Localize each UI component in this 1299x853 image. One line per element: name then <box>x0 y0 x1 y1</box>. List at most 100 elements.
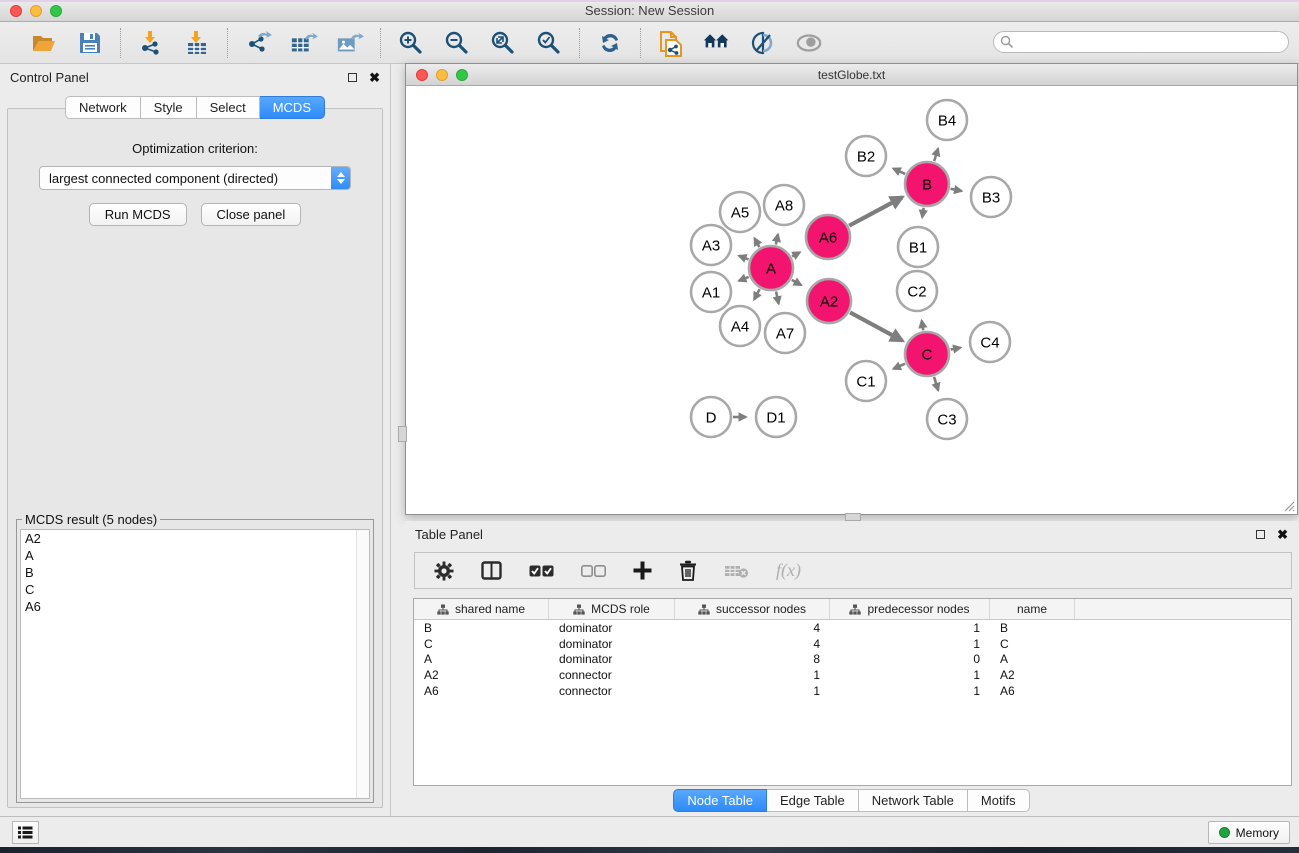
tab-style[interactable]: Style <box>141 96 197 119</box>
refresh-view-icon[interactable] <box>596 29 624 57</box>
save-session-icon[interactable] <box>76 29 104 57</box>
node-C1[interactable]: C1 <box>846 361 886 401</box>
node-A8[interactable]: A8 <box>764 185 804 225</box>
table-row[interactable]: Bdominator41B <box>414 620 1291 636</box>
node-B2[interactable]: B2 <box>846 136 886 176</box>
table-cell[interactable]: A <box>990 652 1075 666</box>
column-header-successor-nodes[interactable]: successor nodes <box>675 599 830 619</box>
edge-B-B1[interactable] <box>922 208 923 218</box>
table-cell[interactable]: A6 <box>990 684 1075 698</box>
memory-button[interactable]: Memory <box>1208 821 1290 844</box>
table-cell[interactable]: A2 <box>414 668 549 682</box>
node-B3[interactable]: B3 <box>971 177 1011 217</box>
edge-B-B2[interactable] <box>893 169 905 174</box>
settings-gear-icon[interactable] <box>434 561 454 581</box>
table-cell[interactable]: A <box>414 652 549 666</box>
node-B4[interactable]: B4 <box>927 100 967 140</box>
export-image-icon[interactable] <box>336 29 364 57</box>
select-all-checkboxes-icon[interactable] <box>529 565 554 577</box>
table-cell[interactable]: connector <box>549 684 675 698</box>
node-B[interactable]: B <box>905 162 949 206</box>
tab-network[interactable]: Network <box>65 96 141 119</box>
table-close-panel-icon[interactable]: ✖ <box>1277 530 1288 539</box>
clone-network-icon[interactable] <box>657 29 685 57</box>
node-D[interactable]: D <box>691 397 731 437</box>
table-cell[interactable]: dominator <box>549 652 675 666</box>
search-field[interactable] <box>993 31 1289 53</box>
search-input[interactable] <box>1014 35 1264 49</box>
node-A1[interactable]: A1 <box>691 272 731 312</box>
open-session-icon[interactable] <box>30 29 58 57</box>
edge-C-C3[interactable] <box>934 377 938 390</box>
node-C[interactable]: C <box>905 332 949 376</box>
deselect-all-checkboxes-icon[interactable] <box>581 565 606 577</box>
node-C4[interactable]: C4 <box>970 322 1010 362</box>
edge-A6-B[interactable] <box>849 197 902 225</box>
table-cell[interactable]: A6 <box>414 684 549 698</box>
function-builder-icon[interactable]: f(x) <box>776 560 801 581</box>
node-table[interactable]: shared nameMCDS rolesuccessor nodesprede… <box>413 598 1292 786</box>
table-cell[interactable]: 1 <box>830 621 990 635</box>
edge-A-A5[interactable] <box>755 238 760 247</box>
network-graph[interactable]: B4B2BB3B1A5A8A6A3AA1A2A4A7C2CC4C1C3DD1 <box>406 86 1297 514</box>
table-cell[interactable]: 4 <box>675 637 830 651</box>
column-header-shared-name[interactable]: shared name <box>414 599 549 619</box>
mcds-result-item[interactable]: C <box>21 581 369 598</box>
network-window-titlebar[interactable]: testGlobe.txt <box>406 64 1297 86</box>
import-table-icon[interactable] <box>183 29 211 57</box>
tab-select[interactable]: Select <box>197 96 260 119</box>
table-cell[interactable]: dominator <box>549 637 675 651</box>
zoom-in-icon[interactable] <box>397 29 425 57</box>
column-header-name[interactable]: name <box>990 599 1075 619</box>
mcds-result-item[interactable]: B <box>21 564 369 581</box>
table-cell[interactable]: C <box>414 637 549 651</box>
resize-grip-icon[interactable] <box>1283 500 1295 512</box>
tab-motifs[interactable]: Motifs <box>968 789 1030 812</box>
mcds-result-item[interactable]: A2 <box>21 530 369 547</box>
delete-table-icon[interactable] <box>724 563 749 579</box>
node-A7[interactable]: A7 <box>765 313 805 353</box>
table-row[interactable]: A6connector11A6 <box>414 683 1291 699</box>
run-mcds-button[interactable]: Run MCDS <box>89 203 187 226</box>
edge-C-C1[interactable] <box>893 364 905 369</box>
table-cell[interactable]: 1 <box>830 637 990 651</box>
delete-column-icon[interactable] <box>679 560 697 581</box>
edge-A2-C[interactable] <box>850 312 902 340</box>
edge-A-A8[interactable] <box>776 234 778 244</box>
table-float-panel-icon[interactable] <box>1256 530 1265 539</box>
tab-mcds[interactable]: MCDS <box>260 96 325 119</box>
column-header-MCDS-role[interactable]: MCDS role <box>549 599 675 619</box>
edge-B-B3[interactable] <box>951 189 962 191</box>
edge-A-A4[interactable] <box>754 289 760 299</box>
edge-A-A2[interactable] <box>792 280 801 285</box>
node-A[interactable]: A <box>749 246 793 290</box>
mcds-result-item[interactable]: A6 <box>21 598 369 615</box>
table-row[interactable]: Adominator80A <box>414 651 1291 667</box>
mcds-result-list[interactable]: A2ABCA6 <box>20 529 370 799</box>
splitter-collapse-handle-horizontal[interactable] <box>845 513 861 521</box>
table-cell[interactable]: dominator <box>549 621 675 635</box>
tab-node-table[interactable]: Node Table <box>673 789 767 812</box>
table-cell[interactable]: 1 <box>830 668 990 682</box>
result-list-scrollbar[interactable] <box>356 530 369 798</box>
task-history-button[interactable] <box>12 821 39 844</box>
table-cell[interactable]: 4 <box>675 621 830 635</box>
table-cell[interactable]: connector <box>549 668 675 682</box>
edge-A-A7[interactable] <box>776 291 779 303</box>
edge-B-B4[interactable] <box>934 149 938 161</box>
edge-A-A1[interactable] <box>739 277 749 281</box>
column-header-predecessor-nodes[interactable]: predecessor nodes <box>830 599 990 619</box>
table-cell[interactable]: 0 <box>830 652 990 666</box>
tab-edge-table[interactable]: Edge Table <box>767 789 859 812</box>
node-D1[interactable]: D1 <box>756 397 796 437</box>
criterion-select[interactable]: largest connected component (directed) <box>39 166 351 190</box>
node-A3[interactable]: A3 <box>691 225 731 265</box>
zoom-out-icon[interactable] <box>443 29 471 57</box>
table-cell[interactable]: 1 <box>675 668 830 682</box>
table-cell[interactable]: B <box>990 621 1075 635</box>
table-row[interactable]: Cdominator41C <box>414 636 1291 652</box>
node-B1[interactable]: B1 <box>898 227 938 267</box>
show-hide-panel-icon[interactable] <box>749 29 777 57</box>
home-layout-icon[interactable] <box>703 29 731 57</box>
node-A5[interactable]: A5 <box>720 192 760 232</box>
